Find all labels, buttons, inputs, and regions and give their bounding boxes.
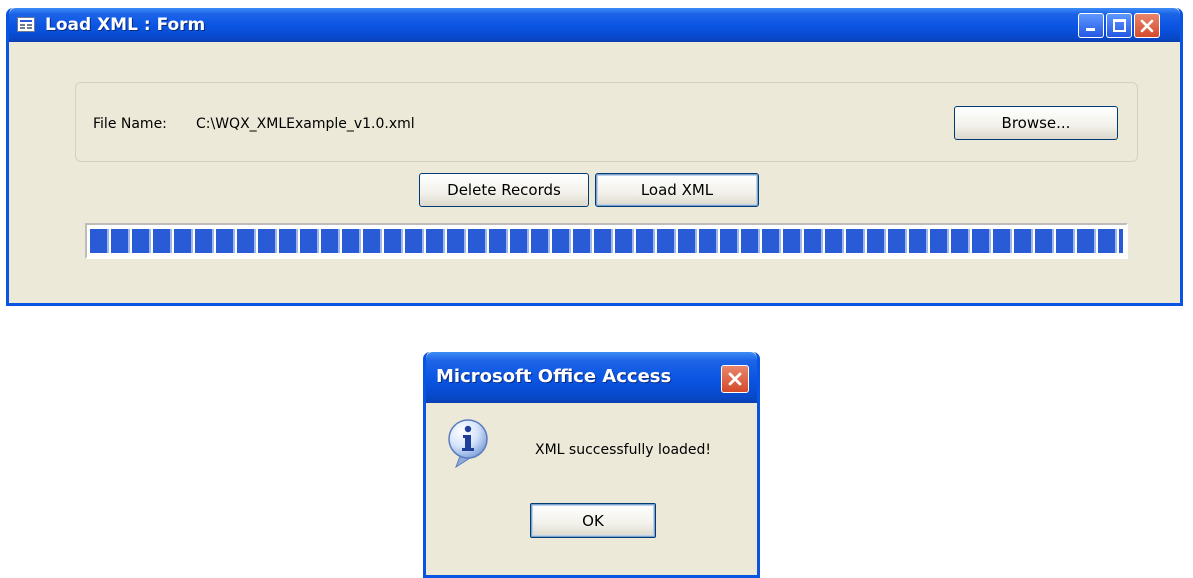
dialog-titlebar[interactable]: Microsoft Office Access [426, 352, 757, 403]
browse-button-label: Browse... [1001, 114, 1071, 132]
file-path-value: C:\WQX_XMLExample_v1.0.xml [196, 116, 415, 132]
dialog-title: Microsoft Office Access [436, 366, 672, 387]
close-icon [1140, 19, 1154, 32]
load-xml-form-window: Load XML : Form File Name: C:\WQX_XMLExa… [6, 8, 1183, 306]
file-name-label: File Name: [93, 116, 167, 132]
ok-button-label: OK [582, 511, 604, 530]
load-xml-label: Load XML [640, 181, 714, 199]
dialog-message: XML successfully loaded! [535, 442, 712, 458]
minimize-button[interactable] [1078, 13, 1104, 38]
close-button[interactable] [1134, 13, 1160, 38]
access-message-dialog: Microsoft Office Access XML successfully… [423, 352, 760, 578]
ok-button[interactable]: OK [530, 503, 656, 538]
form-icon [17, 17, 35, 32]
load-progress-bar [85, 223, 1128, 259]
information-icon [448, 419, 488, 468]
maximize-icon [1113, 19, 1126, 32]
load-xml-button[interactable]: Load XML [595, 173, 759, 207]
delete-records-label: Delete Records [447, 181, 561, 199]
main-titlebar[interactable]: Load XML : Form [9, 8, 1180, 42]
main-window-title: Load XML : Form [45, 15, 206, 35]
progress-fill [90, 229, 1123, 253]
close-icon [728, 372, 742, 386]
browse-button[interactable]: Browse... [954, 106, 1118, 140]
dialog-close-button[interactable] [721, 365, 749, 393]
delete-records-button[interactable]: Delete Records [419, 173, 589, 207]
minimize-icon [1086, 28, 1095, 31]
maximize-button[interactable] [1106, 13, 1132, 38]
